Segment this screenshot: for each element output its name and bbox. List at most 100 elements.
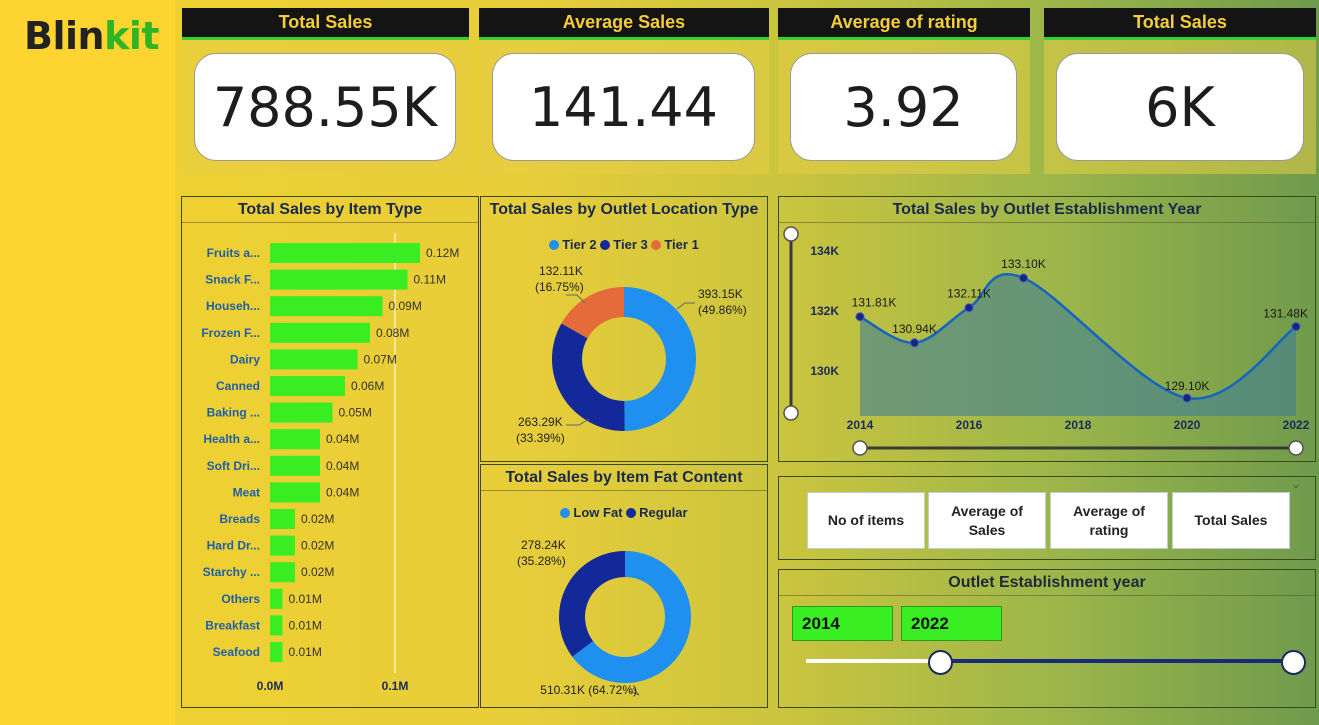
bar[interactable]: [270, 243, 420, 263]
slice-tier-3[interactable]: [552, 323, 625, 431]
bar-category-label: Hard Dr...: [207, 539, 260, 553]
metric-button-no-of-items[interactable]: No of items: [807, 492, 925, 549]
y-range-slider-bottom-handle[interactable]: [783, 405, 799, 421]
metric-button-average-sales[interactable]: Average of Sales: [928, 492, 1046, 549]
legend-item-low-fat[interactable]: Low Fat: [560, 505, 623, 520]
x-range-slider-start-handle[interactable]: [852, 440, 868, 456]
bar[interactable]: [270, 562, 295, 583]
bar-category-label: Canned: [216, 379, 260, 393]
bar[interactable]: [270, 322, 370, 343]
data-point[interactable]: [964, 303, 974, 313]
legend-item-regular[interactable]: Regular: [626, 505, 688, 520]
y-tick-label: 130K: [810, 364, 839, 378]
kpi-title-average-sales: Average Sales: [479, 8, 769, 40]
bar-value-label: 0.02M: [301, 539, 334, 553]
bar-value-label: 0.01M: [289, 645, 322, 659]
bar[interactable]: [270, 455, 320, 476]
bar[interactable]: [270, 429, 320, 450]
bar-category-label: Baking ...: [207, 406, 260, 420]
fat-legend: Low Fat Regular: [481, 505, 767, 520]
data-point[interactable]: [910, 338, 919, 348]
x-range-slider-end-handle[interactable]: [1288, 440, 1304, 456]
bar-category-label: Health a...: [203, 432, 260, 446]
x-tick-label: 0.1M: [382, 679, 409, 693]
bar-category-label: Seafood: [213, 645, 260, 659]
bar[interactable]: [270, 402, 333, 423]
bar[interactable]: [270, 642, 283, 662]
year-slicer-range: [940, 659, 1294, 663]
sidebar: [0, 0, 175, 725]
area-fill: [860, 274, 1296, 416]
x-tick-label: 0.0M: [257, 679, 284, 693]
item-type-chart-title: Total Sales by Item Type: [182, 197, 478, 223]
bar-value-label: 0.07M: [364, 352, 397, 366]
year-slicer-end-handle[interactable]: [1281, 650, 1306, 675]
slice-label-tier-1-pct: (16.75%): [535, 280, 584, 294]
fat-chart-panel: Total Sales by Item Fat Content Low Fat …: [480, 464, 768, 708]
bar[interactable]: [270, 376, 345, 396]
bar[interactable]: [270, 535, 295, 556]
slice-tier-2[interactable]: [624, 287, 696, 431]
bar-category-label: Breads: [219, 512, 260, 526]
bar-category-label: Dairy: [230, 352, 260, 366]
slice-label-tier-1: 132.11K: [539, 264, 583, 278]
data-point[interactable]: [855, 312, 865, 322]
x-tick-label: 2020: [1174, 418, 1201, 432]
bar-category-label: Frozen F...: [201, 326, 260, 340]
metric-button-average-rating[interactable]: Average of rating: [1050, 492, 1168, 549]
fat-donut-chart: 510.31K (64.72%) 278.24K (35.28%): [517, 538, 691, 697]
bar-value-label: 0.11M: [414, 273, 446, 287]
slice-regular[interactable]: [559, 551, 625, 657]
slice-label-regular-pct: (35.28%): [517, 554, 566, 568]
bar-category-label: Breakfast: [205, 618, 260, 632]
bar[interactable]: [270, 615, 283, 636]
data-point[interactable]: [1182, 393, 1192, 403]
year-slicer-start-input[interactable]: 2014: [792, 606, 893, 641]
bar-category-label: Others: [221, 592, 260, 606]
x-tick-label: 2018: [1065, 418, 1092, 432]
kpi-title-total-items: Total Sales: [1044, 8, 1316, 40]
kpi-value-total-items: 6K: [1056, 53, 1304, 161]
y-tick-label: 132K: [810, 304, 839, 318]
legend-item-tier-3[interactable]: Tier 3: [600, 237, 648, 252]
kpi-title-average-rating: Average of rating: [778, 8, 1030, 40]
metric-button-total-sales[interactable]: Total Sales: [1172, 492, 1290, 549]
bar[interactable]: [270, 349, 358, 370]
year-slicer-start-handle[interactable]: [928, 650, 953, 675]
data-label: 132.11K: [947, 287, 991, 301]
data-point[interactable]: [1291, 322, 1301, 332]
bar-value-label: 0.05M: [339, 406, 372, 420]
legend-item-tier-2[interactable]: Tier 2: [549, 237, 597, 252]
location-chart-title: Total Sales by Outlet Location Type: [489, 201, 759, 218]
year-slicer-title: Outlet Establishment year: [779, 570, 1315, 596]
bar[interactable]: [270, 509, 295, 529]
fat-chart-title: Total Sales by Item Fat Content: [481, 465, 767, 491]
bar[interactable]: [270, 296, 383, 317]
y-range-slider-top-handle[interactable]: [783, 226, 799, 242]
kpi-value-average-sales: 141.44: [492, 53, 755, 161]
kpi-value-total-sales: 788.55K: [194, 53, 456, 161]
item-type-bar-chart: Fruits a... 0.12M Snack F... 0.11M Househ...…: [201, 233, 459, 693]
data-point[interactable]: [1019, 273, 1028, 283]
year-chart-title: Total Sales by Outlet Establishment Year: [779, 197, 1315, 223]
bar[interactable]: [270, 482, 320, 503]
bar-category-label: Househ...: [206, 299, 260, 313]
x-tick-label: 2022: [1283, 418, 1310, 432]
bar[interactable]: [270, 588, 283, 609]
label-leader-line: [676, 302, 695, 310]
slice-label-regular: 278.24K: [521, 538, 566, 552]
slice-label-low-fat: 510.31K (64.72%): [540, 683, 637, 697]
legend-item-tier-1[interactable]: Tier 1: [651, 237, 699, 252]
data-label: 133.10K: [1001, 257, 1046, 271]
bar[interactable]: [270, 269, 408, 290]
bar-value-label: 0.01M: [289, 618, 322, 632]
slice-label-tier-3: 263.29K: [518, 415, 563, 429]
bar-value-label: 0.08M: [376, 326, 409, 340]
location-chart-panel: Total Sales by Outlet Location Type Tier…: [480, 196, 768, 462]
bar-value-label: 0.09M: [389, 299, 422, 313]
year-slicer-end-input[interactable]: 2022: [901, 606, 1002, 641]
chevron-down-icon[interactable]: ⌄: [1291, 477, 1301, 491]
bar-value-label: 0.12M: [426, 246, 459, 260]
data-label: 131.48K: [1263, 307, 1308, 321]
x-tick-label: 2014: [847, 418, 874, 432]
